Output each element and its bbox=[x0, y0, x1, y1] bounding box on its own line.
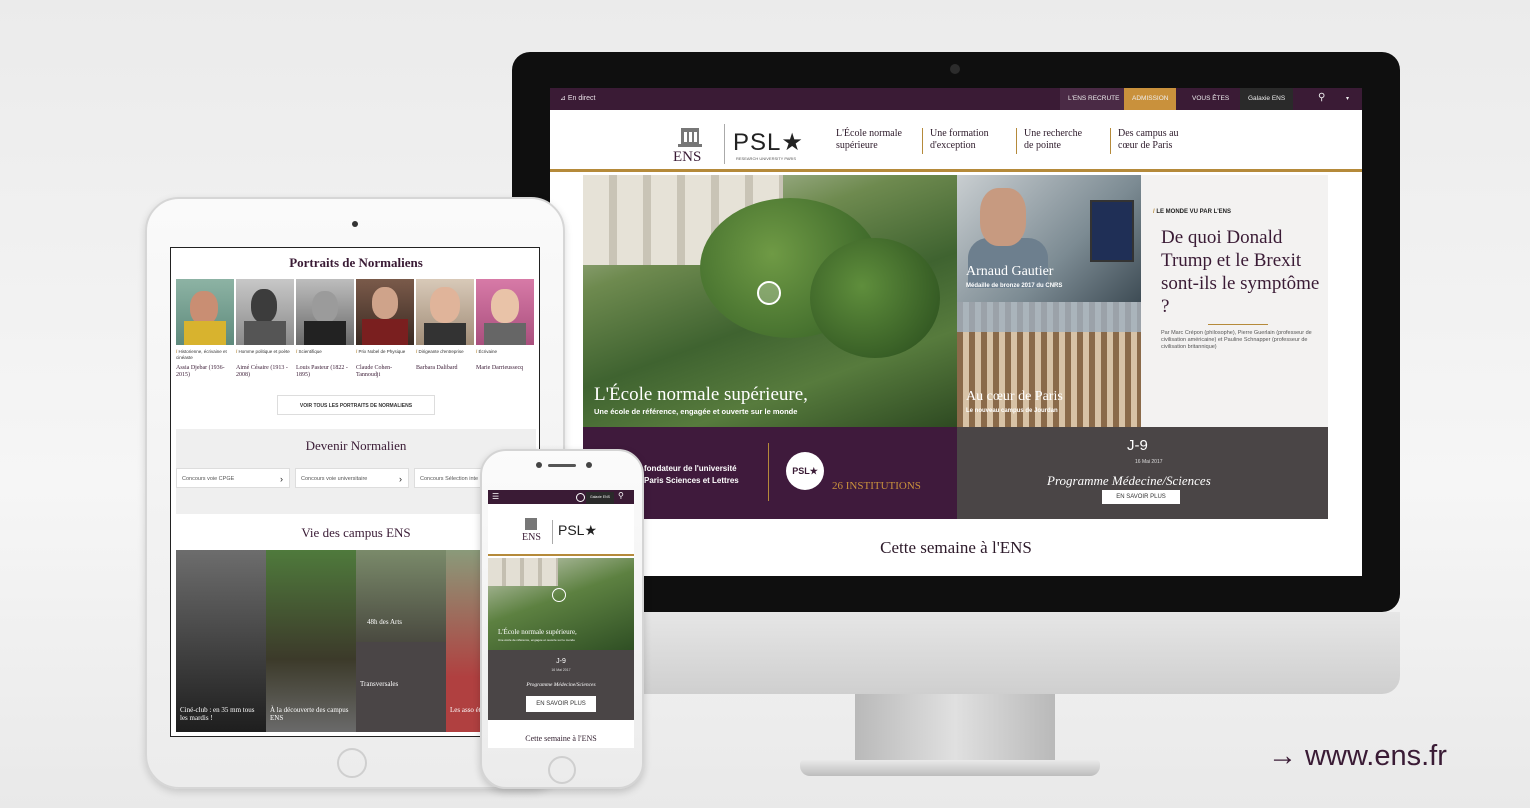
phone-screen: ☰ Galaxie ENS ⚲ ENS PSL★ L'École normale… bbox=[488, 490, 634, 748]
search-icon[interactable]: ⚲ bbox=[618, 491, 624, 500]
rss-icon: ⊿ bbox=[560, 95, 566, 102]
ens-logo[interactable]: ENS bbox=[522, 532, 541, 543]
nav-recherche[interactable]: Une recherche de pointe bbox=[1024, 128, 1114, 152]
menu-icon[interactable]: ☰ bbox=[492, 492, 499, 501]
chevron-down-icon[interactable]: ▾ bbox=[1338, 88, 1357, 110]
campus-caption: 48h des Arts bbox=[367, 618, 402, 626]
portrait-role: / Dirigeante d'entreprise bbox=[416, 349, 464, 354]
monitor-stand bbox=[855, 694, 1055, 764]
live-link[interactable]: ⊿ En direct bbox=[560, 94, 595, 102]
portrait-role: / Homme politique et poète bbox=[236, 349, 290, 354]
nav-ecole[interactable]: L'École normale supérieure bbox=[836, 128, 926, 152]
portrait-name[interactable]: Marie Darrieussecq bbox=[476, 365, 534, 372]
event-program: Programme Médecine/Sciences bbox=[1047, 473, 1211, 488]
event-date: 16 Mai 2017 bbox=[1135, 459, 1163, 465]
contest-cpge[interactable]: Concours voie CPGE › bbox=[176, 468, 290, 488]
campus-caption: À la découverte des campus ENS bbox=[270, 706, 349, 722]
phone-camera bbox=[536, 462, 542, 468]
camera-icon bbox=[950, 64, 960, 74]
psl-subtitle: RESEARCH UNIVERSITY PARIS bbox=[736, 156, 797, 161]
tile-discovery[interactable] bbox=[266, 550, 356, 732]
website-url[interactable]: → www.ens.fr bbox=[1268, 740, 1447, 773]
psl-logo[interactable]: PSL★ bbox=[558, 522, 597, 539]
desktop-topbar: ⊿ En direct L'ENS RECRUTE ADMISSION VOUS… bbox=[550, 88, 1362, 114]
phone-hero[interactable]: L'École normale supérieure, Une école de… bbox=[488, 558, 634, 650]
tile-gautier-title: Arnaud Gautier bbox=[966, 264, 1054, 279]
tile-cineclub[interactable] bbox=[176, 550, 266, 732]
learn-more-button[interactable]: EN SAVOIR PLUS bbox=[1102, 490, 1180, 504]
phone-header: ENS PSL★ bbox=[488, 504, 634, 556]
contest-university[interactable]: Concours voie universitaire › bbox=[295, 468, 409, 488]
phone-countdown: J-9 bbox=[556, 658, 566, 665]
portrait-djebar[interactable] bbox=[176, 279, 234, 345]
ens-logo[interactable]: ENS bbox=[668, 124, 712, 168]
admission-link[interactable]: ADMISSION bbox=[1124, 88, 1177, 110]
psl-badge: PSL★ bbox=[786, 452, 824, 490]
portrait-role: / Prix Nobel de Physique bbox=[356, 349, 406, 354]
article-byline: Par Marc Crépon (philosophe), Pierre Gue… bbox=[1161, 330, 1312, 350]
user-icon[interactable] bbox=[576, 493, 585, 502]
desktop-header: ENS PSL★ RESEARCH UNIVERSITY PARIS L'Éco… bbox=[550, 110, 1362, 172]
become-title: Devenir Normalien bbox=[305, 438, 407, 453]
portrait-role: / Écrivaine bbox=[476, 349, 498, 354]
phone-program: Programme Médecine/Sciences bbox=[526, 682, 596, 688]
monitor-chin bbox=[512, 612, 1400, 694]
phone-topbar: ☰ Galaxie ENS ⚲ bbox=[488, 490, 634, 504]
tablet-camera bbox=[352, 221, 358, 227]
hero-subtitle: Une école de référence, engagée et ouver… bbox=[594, 407, 798, 416]
hero-title: L'École normale supérieure, bbox=[594, 384, 808, 405]
all-portraits-button[interactable]: VOIR TOUS LES PORTRAITS DE NORMALIENS bbox=[277, 395, 435, 415]
tile-jourdan-subtitle: Le nouveau campus de Jourdan bbox=[966, 408, 1058, 414]
chevron-right-icon: › bbox=[280, 474, 283, 484]
article-title[interactable]: De quoi Donald Trump et le Brexit sont-i… bbox=[1161, 226, 1321, 318]
phone-learn-more-button[interactable]: EN SAVOIR PLUS bbox=[526, 696, 596, 712]
campus-caption: Ciné-club : en 35 mm tous les mardis ! bbox=[180, 706, 255, 722]
portrait-role: / Historienne, écrivaine et cinéaste bbox=[176, 349, 227, 360]
search-icon[interactable]: ⚲ bbox=[1310, 88, 1333, 110]
portrait-name[interactable]: Louis Pasteur (1822 - 1895) bbox=[296, 365, 354, 379]
portrait-name[interactable]: Claude Cohen-Tannoudji bbox=[356, 365, 414, 379]
play-icon[interactable] bbox=[757, 281, 781, 305]
phone-date: 16 Mai 2017 bbox=[551, 668, 571, 672]
chevron-right-icon: › bbox=[399, 474, 402, 484]
tile-48h[interactable] bbox=[356, 550, 446, 642]
portrait-pasteur[interactable] bbox=[296, 279, 354, 345]
portrait-name[interactable]: Assia Djebar (1936-2015) bbox=[176, 365, 234, 379]
nav-campus[interactable]: Des campus au cœur de Paris bbox=[1118, 128, 1208, 152]
portraits-title: Portraits de Normaliens bbox=[289, 255, 423, 270]
tile-gautier-subtitle: Médaille de bronze 2017 du CNRS bbox=[966, 283, 1063, 289]
portrait-name[interactable]: Barbara Dalibard bbox=[416, 365, 474, 372]
portrait-cohen[interactable] bbox=[356, 279, 414, 345]
nav-formation[interactable]: Une formation d'exception bbox=[930, 128, 1020, 152]
recruits-link[interactable]: L'ENS RECRUTE bbox=[1060, 88, 1128, 110]
galaxy-dropdown[interactable]: Galaxie ENS bbox=[586, 492, 614, 504]
play-icon[interactable] bbox=[552, 588, 566, 602]
phone-speaker bbox=[548, 464, 576, 467]
phone-hero-subtitle: Une école de référence, engagée et ouver… bbox=[498, 638, 575, 642]
desktop-screen: ⊿ En direct L'ENS RECRUTE ADMISSION VOUS… bbox=[550, 88, 1362, 576]
phone-section-title: Cette semaine à l'ENS bbox=[525, 734, 597, 743]
psl-band-text: fondateur de l'université Paris Sciences … bbox=[644, 464, 739, 485]
tablet-home-button[interactable] bbox=[337, 748, 367, 778]
portrait-dalibard[interactable] bbox=[416, 279, 474, 345]
ens-building-icon bbox=[525, 518, 537, 530]
portrait-darrieussecq[interactable] bbox=[476, 279, 534, 345]
campus-caption: Transversales bbox=[360, 680, 399, 688]
portrait-cesaire[interactable] bbox=[236, 279, 294, 345]
you-are-link[interactable]: VOUS ÊTES bbox=[1184, 88, 1237, 110]
portrait-name[interactable]: Aimé Césaire (1913 - 2008) bbox=[236, 365, 294, 379]
institutions-count: 26 INSTITUTIONS bbox=[832, 480, 921, 492]
phone-home-button[interactable] bbox=[548, 756, 576, 784]
phone-hero-title: L'École normale supérieure, bbox=[498, 628, 577, 636]
section-title: Cette semaine à l'ENS bbox=[880, 538, 1032, 557]
article-kicker: / LE MONDE VU PAR L'ENS bbox=[1153, 209, 1231, 215]
tile-jourdan-title: Au cœur de Paris bbox=[966, 389, 1063, 404]
portrait-role: / Scientifique bbox=[296, 349, 322, 354]
psl-logo[interactable]: PSL★ bbox=[733, 128, 804, 157]
monitor-foot bbox=[800, 760, 1100, 776]
portrait-image bbox=[980, 188, 1026, 246]
event-countdown: J-9 bbox=[1127, 437, 1148, 454]
